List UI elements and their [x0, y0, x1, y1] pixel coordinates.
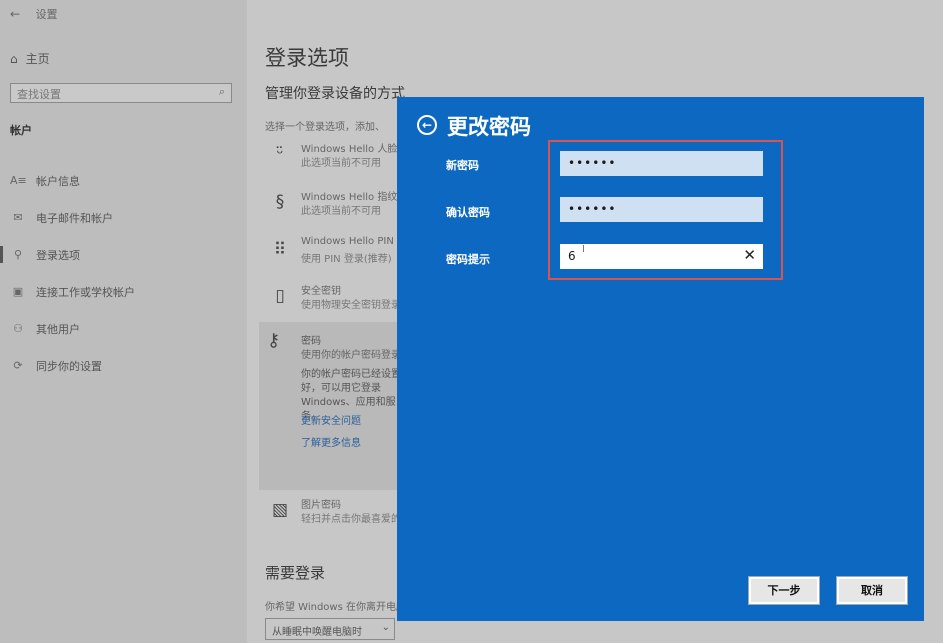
- key-icon: ⚷: [267, 330, 281, 351]
- sidebar-item-label: 连接工作或学校帐户: [36, 285, 135, 299]
- option-subtitle: 此选项当前不可用: [301, 206, 381, 217]
- next-button[interactable]: 下一步: [748, 576, 820, 605]
- key-icon: ⚲: [13, 248, 23, 261]
- person-add-icon: ⚇: [13, 322, 23, 335]
- dropdown-value: 从睡眠中唤醒电脑时: [272, 627, 362, 638]
- picture-icon: ▧: [271, 500, 289, 520]
- search-placeholder: 查找设置: [17, 88, 61, 101]
- sidebar-item-label: 登录选项: [36, 248, 80, 262]
- option-subtitle: 使用你的帐户密码登录: [301, 350, 401, 361]
- keypad-icon: ⠿: [273, 240, 287, 260]
- option-title: Windows Hello PIN: [301, 236, 394, 247]
- sync-icon: ⟳: [13, 359, 23, 372]
- sidebar-item-work-school[interactable]: ▣ 连接工作或学校帐户: [0, 273, 247, 310]
- option-subtitle: 使用 PIN 登录(推荐): [301, 254, 392, 265]
- dialog-title: 更改密码: [447, 115, 531, 139]
- fingerprint-icon: §: [275, 192, 285, 212]
- mail-icon: ✉: [13, 211, 23, 224]
- need-login-dropdown[interactable]: 从睡眠中唤醒电脑时 ⌄: [265, 618, 395, 640]
- page-title: 登录选项: [265, 46, 349, 70]
- cancel-button[interactable]: 取消: [836, 576, 908, 605]
- page-subtitle: 管理你登录设备的方式: [265, 86, 405, 102]
- sidebar-item-sign-in-options[interactable]: ⚲ 登录选项: [0, 236, 247, 273]
- update-security-questions-link[interactable]: 更新安全问题: [301, 412, 361, 427]
- sidebar-nav: A≡ 帐户信息 ✉ 电子邮件和帐户 ⚲ 登录选项 ▣ 连接工作或学校帐户 ⚇ 其…: [0, 162, 247, 384]
- option-subtitle: 此选项当前不可用: [301, 158, 381, 169]
- page-description: 选择一个登录选项，添加、: [265, 122, 385, 133]
- confirm-password-label: 确认密码: [446, 206, 490, 219]
- home-nav-item[interactable]: ⌂ 主页: [10, 50, 50, 67]
- app-title: 设置: [35, 8, 58, 21]
- sidebar-item-label: 电子邮件和帐户: [36, 211, 113, 225]
- need-login-heading: 需要登录: [265, 564, 326, 582]
- option-password-expanded[interactable]: ⚷ 密码 使用你的帐户密码登录 你的帐户密码已经设置好，可以用它登录Window…: [259, 322, 409, 490]
- sidebar-item-label: 同步你的设置: [36, 359, 102, 373]
- home-label: 主页: [25, 52, 50, 66]
- option-title: Windows Hello 指纹: [301, 192, 398, 203]
- back-arrow-icon[interactable]: ←: [10, 7, 20, 21]
- back-arrow-icon[interactable]: ←: [417, 115, 437, 135]
- chevron-down-icon: ⌄: [381, 622, 390, 633]
- confirm-password-value: ••••••: [568, 202, 617, 216]
- sidebar-item-account-info[interactable]: A≡ 帐户信息: [0, 162, 247, 199]
- new-password-field[interactable]: ••••••: [560, 151, 763, 176]
- password-hint-field[interactable]: 6 I ✕: [560, 244, 763, 269]
- briefcase-icon: ▣: [12, 285, 24, 298]
- option-security-key[interactable]: ▯ 安全密钥 使用物理安全密钥登录: [269, 282, 409, 322]
- sidebar-item-label: 其他用户: [36, 322, 80, 336]
- titlebar: ← 设置: [10, 6, 58, 22]
- settings-search-input[interactable]: 查找设置 ⌕: [10, 83, 232, 103]
- search-icon[interactable]: ⌕: [219, 85, 225, 99]
- option-title: 安全密钥: [301, 286, 341, 297]
- change-password-dialog: ← 更改密码 新密码 确认密码 密码提示 •••••• •••••• 6 I ✕…: [397, 97, 924, 621]
- option-hello-fingerprint[interactable]: § Windows Hello 指纹 此选项当前不可用: [269, 188, 409, 228]
- password-hint-value: 6: [568, 249, 577, 263]
- option-subtitle: 使用物理安全密钥登录: [301, 300, 401, 311]
- sidebar-item-other-users[interactable]: ⚇ 其他用户: [0, 310, 247, 347]
- text-cursor-icon: I: [582, 244, 586, 255]
- sidebar-item-email-accounts[interactable]: ✉ 电子邮件和帐户: [0, 199, 247, 236]
- confirm-password-field[interactable]: ••••••: [560, 197, 763, 222]
- settings-sidebar: ← 设置 ⌂ 主页 查找设置 ⌕ 帐户 A≡ 帐户信息 ✉ 电子邮件和帐户 ⚲ …: [0, 0, 247, 643]
- home-icon: ⌂: [10, 51, 18, 66]
- option-title: Windows Hello 人脸: [301, 144, 398, 155]
- usb-key-icon: ▯: [275, 286, 285, 306]
- clear-icon[interactable]: ✕: [743, 246, 757, 264]
- option-hello-pin[interactable]: ⠿ Windows Hello PIN 使用 PIN 登录(推荐): [269, 236, 409, 276]
- option-hello-face[interactable]: ᵕ̈ Windows Hello 人脸 此选项当前不可用: [269, 140, 409, 180]
- password-hint-label: 密码提示: [446, 253, 490, 266]
- option-title: 图片密码: [301, 500, 341, 511]
- sidebar-item-sync-settings[interactable]: ⟳ 同步你的设置: [0, 347, 247, 384]
- person-card-icon: A≡: [10, 174, 27, 187]
- new-password-label: 新密码: [446, 159, 479, 172]
- sidebar-item-label: 帐户信息: [36, 174, 80, 188]
- face-icon: ᵕ̈: [276, 144, 284, 164]
- new-password-value: ••••••: [568, 156, 617, 170]
- option-picture-password[interactable]: ▧ 图片密码 轻扫并点击你最喜爱的照片: [269, 496, 421, 536]
- section-title: 帐户: [10, 124, 32, 137]
- option-title: 密码: [301, 336, 321, 347]
- learn-more-link[interactable]: 了解更多信息: [301, 434, 361, 449]
